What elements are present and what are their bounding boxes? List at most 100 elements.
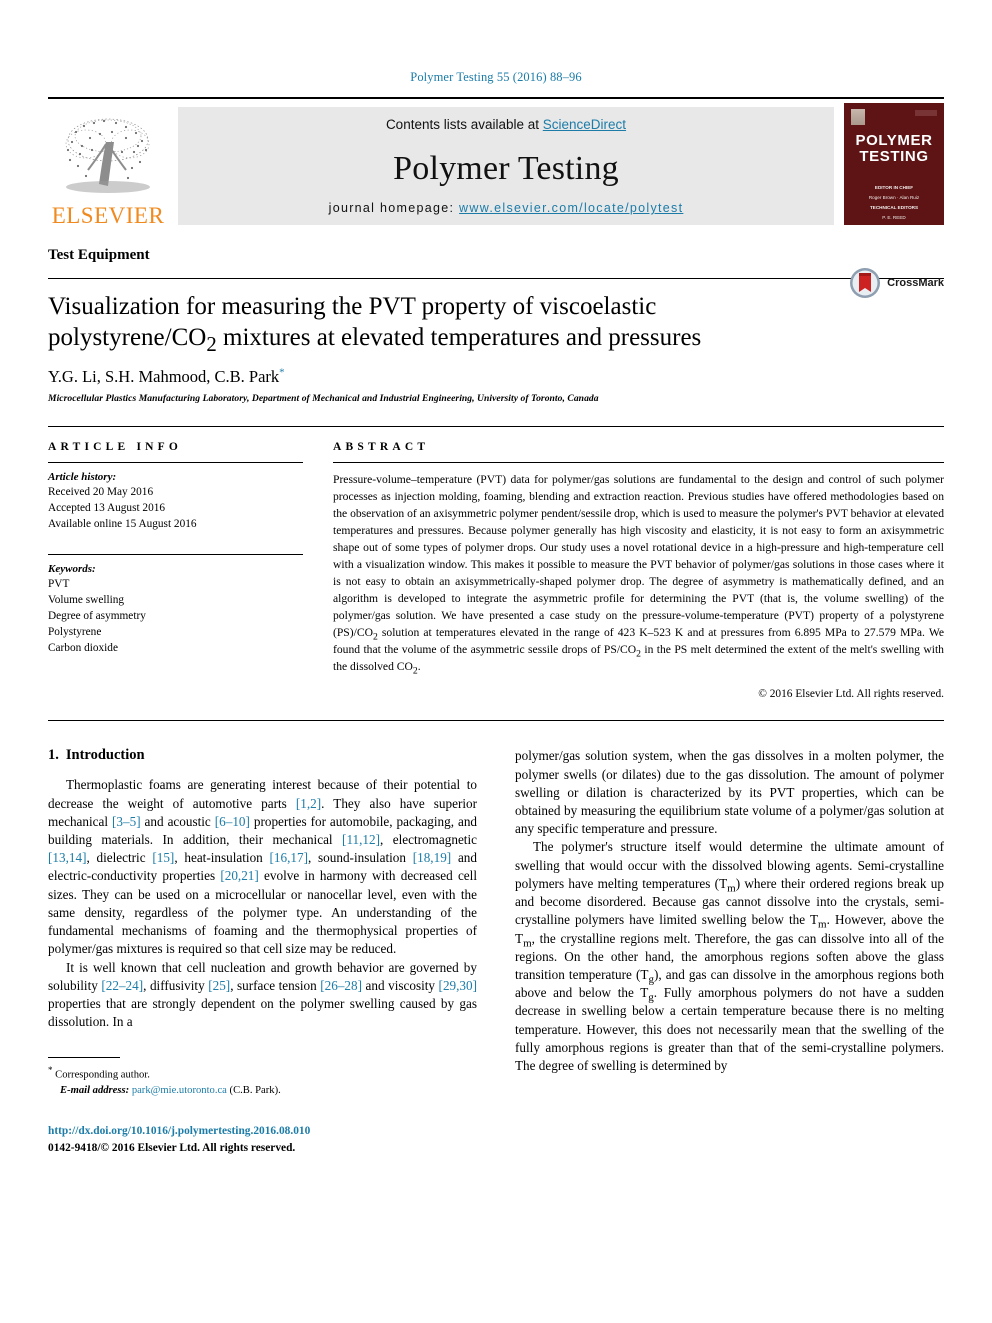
cover-meta-line: Roger Brown · Alan Ruiz — [868, 194, 920, 200]
body-columns: 1. Introduction Thermoplastic foams are g… — [48, 747, 944, 1157]
subscript-m: m — [523, 937, 532, 950]
citation-reference[interactable]: [29,30] — [439, 978, 477, 993]
keyword-item: Volume swelling — [48, 594, 125, 607]
article-info-rule — [48, 462, 303, 463]
doi-block: http://dx.doi.org/10.1016/j.polymertesti… — [48, 1123, 477, 1157]
paragraph: It is well known that cell nucleation an… — [48, 959, 477, 1032]
corresponding-author-marker: * — [279, 366, 285, 379]
author-list: Y.G. Li, S.H. Mahmood, C.B. Park* — [48, 367, 944, 387]
history-received: Received 20 May 2016 — [48, 486, 154, 498]
paragraph: Thermoplastic foams are generating inter… — [48, 776, 477, 958]
citation-reference[interactable]: [20,21] — [220, 868, 258, 883]
masthead-banner: Contents lists available at ScienceDirec… — [178, 107, 834, 225]
text-run: , diffusivity — [143, 977, 209, 993]
keywords-label: Keywords: — [48, 563, 96, 576]
crossmark-label: CrossMark — [887, 277, 944, 289]
email-note: E-mail address: park@mie.utoronto.ca (C.… — [48, 1083, 477, 1098]
contents-prefix: Contents lists available at — [385, 117, 543, 132]
cover-meta-line: P. E. REED — [882, 214, 906, 220]
journal-title: Polymer Testing — [393, 149, 619, 187]
title-line-2b: mixtures at elevated temperatures and pr… — [216, 324, 702, 351]
article-page: Polymer Testing 55 (2016) 88–96 ELSEVIER… — [0, 0, 992, 1323]
cover-elsevier-mark-icon — [851, 109, 865, 125]
citation-reference[interactable]: [16,17] — [270, 850, 308, 865]
journal-homepage-link[interactable]: www.elsevier.com/locate/polytest — [459, 201, 683, 215]
text-run: properties that are strongly dependent o… — [48, 996, 477, 1030]
paragraph-continued: polymer/gas solution system, when the ga… — [515, 748, 944, 837]
header-divider — [48, 278, 944, 279]
page-title: Visualization for measuring the PVT prop… — [48, 291, 808, 356]
journal-cover-thumbnail[interactable]: POLYMER TESTING EDITOR IN CHIEF Roger Br… — [844, 103, 944, 225]
article-history-label: Article history: — [48, 471, 117, 483]
abstract-rule — [333, 462, 944, 463]
abstract-copyright: © 2016 Elsevier Ltd. All rights reserved… — [758, 688, 944, 701]
footnote-divider — [48, 1057, 120, 1059]
abstract-part-a: Pressure-volume–temperature (PVT) data f… — [333, 473, 944, 640]
paragraph: The polymer's structure itself would det… — [515, 838, 944, 1075]
email-label: E-mail address: — [60, 1085, 130, 1097]
citation-reference[interactable]: [13,14] — [48, 850, 86, 865]
contents-available-line: Contents lists available at ScienceDirec… — [386, 117, 626, 132]
body-left-column: 1. Introduction Thermoplastic foams are g… — [48, 747, 477, 1157]
abstract-part-d: . — [417, 660, 421, 674]
subscript-m: m — [818, 918, 827, 931]
subscript-m: m — [727, 882, 736, 895]
issn-copyright: 0142-9418/© 2016 Elsevier Ltd. All right… — [48, 1141, 296, 1154]
section-title-text: Introduction — [65, 747, 145, 764]
crossmark-icon — [850, 268, 881, 298]
cover-meta-line: EDITOR IN CHIEF — [874, 185, 914, 190]
footnote-block: * Corresponding author. E-mail address: … — [48, 1057, 477, 1156]
cover-meta-line: TECHNICAL EDITORS — [869, 204, 919, 210]
email-link[interactable]: park@mie.utoronto.ca — [132, 1085, 227, 1096]
abstract-bottom-divider — [48, 720, 944, 722]
crossmark-badge[interactable]: CrossMark — [849, 267, 944, 299]
citation-reference[interactable]: [6–10] — [215, 814, 250, 829]
article-info-column: ARTICLE INFO Article history: Received 2… — [48, 441, 303, 700]
email-suffix: (C.B. Park). — [226, 1085, 281, 1097]
elsevier-logo: ELSEVIER — [48, 99, 168, 229]
sciencedirect-link[interactable]: ScienceDirect — [543, 117, 626, 132]
body-right-column: polymer/gas solution system, when the ga… — [515, 747, 944, 1157]
elsevier-wordmark: ELSEVIER — [51, 203, 165, 228]
citation-reference[interactable]: [18,19] — [413, 850, 451, 865]
corresponding-author-text: Corresponding author. — [52, 1069, 150, 1081]
journal-homepage-line: journal homepage: www.elsevier.com/locat… — [329, 201, 684, 215]
cover-title: POLYMER TESTING — [844, 132, 944, 166]
citation-reference[interactable]: [26–28] — [320, 978, 362, 993]
corresponding-author-note: * Corresponding author. — [48, 1064, 477, 1083]
abstract-heading: ABSTRACT — [333, 441, 430, 453]
text-run: and viscosity — [362, 977, 439, 993]
history-accepted: Accepted 13 August 2016 — [48, 502, 166, 515]
text-run: and acoustic — [140, 813, 215, 829]
running-head: Polymer Testing 55 (2016) 88–96 — [410, 70, 582, 84]
cover-title-line2: TESTING — [859, 148, 929, 166]
title-line-1: Visualization for measuring the PVT prop… — [48, 293, 657, 320]
homepage-prefix: journal homepage: — [328, 201, 460, 215]
text-run: , heat-insulation — [174, 850, 270, 866]
elsevier-tree-icon — [65, 118, 150, 193]
text-run: , electromagnetic — [380, 832, 477, 848]
citation-reference[interactable]: [25] — [208, 978, 230, 993]
article-info-heading: ARTICLE INFO — [48, 441, 183, 453]
history-available-online: Available online 15 August 2016 — [48, 518, 197, 531]
citation-reference[interactable]: [3–5] — [112, 814, 141, 829]
citation-reference[interactable]: [1,2] — [296, 796, 321, 811]
author-names: Y.G. Li, S.H. Mahmood, C.B. Park — [48, 367, 280, 386]
section-number: 1. — [48, 747, 59, 764]
cover-corner-band — [915, 110, 937, 116]
cover-editorial-meta: EDITOR IN CHIEF Roger Brown · Alan Ruiz … — [852, 185, 936, 225]
citation-reference[interactable]: [22–24] — [101, 978, 143, 993]
text-run: , sound-insulation — [307, 850, 413, 866]
info-abstract-block: ARTICLE INFO Article history: Received 2… — [48, 426, 944, 700]
article-header: Test Equipment CrossMark Visualization f… — [48, 247, 944, 404]
citation-reference[interactable]: [11,12] — [342, 832, 380, 847]
keyword-item: Carbon dioxide — [48, 642, 118, 655]
text-run: , surface tension — [230, 977, 321, 993]
abstract-text: Pressure-volume–temperature (PVT) data f… — [333, 471, 944, 676]
article-section-kicker: Test Equipment — [48, 247, 150, 263]
doi-link[interactable]: http://dx.doi.org/10.1016/j.polymertesti… — [48, 1125, 310, 1137]
doi-link-wrap[interactable]: http://dx.doi.org/10.1016/j.polymertesti… — [48, 1123, 477, 1140]
abstract-column: ABSTRACT Pressure-volume–temperature (PV… — [333, 441, 944, 700]
citation-reference[interactable]: [15] — [152, 850, 174, 865]
title-subscript: 2 — [206, 332, 217, 356]
